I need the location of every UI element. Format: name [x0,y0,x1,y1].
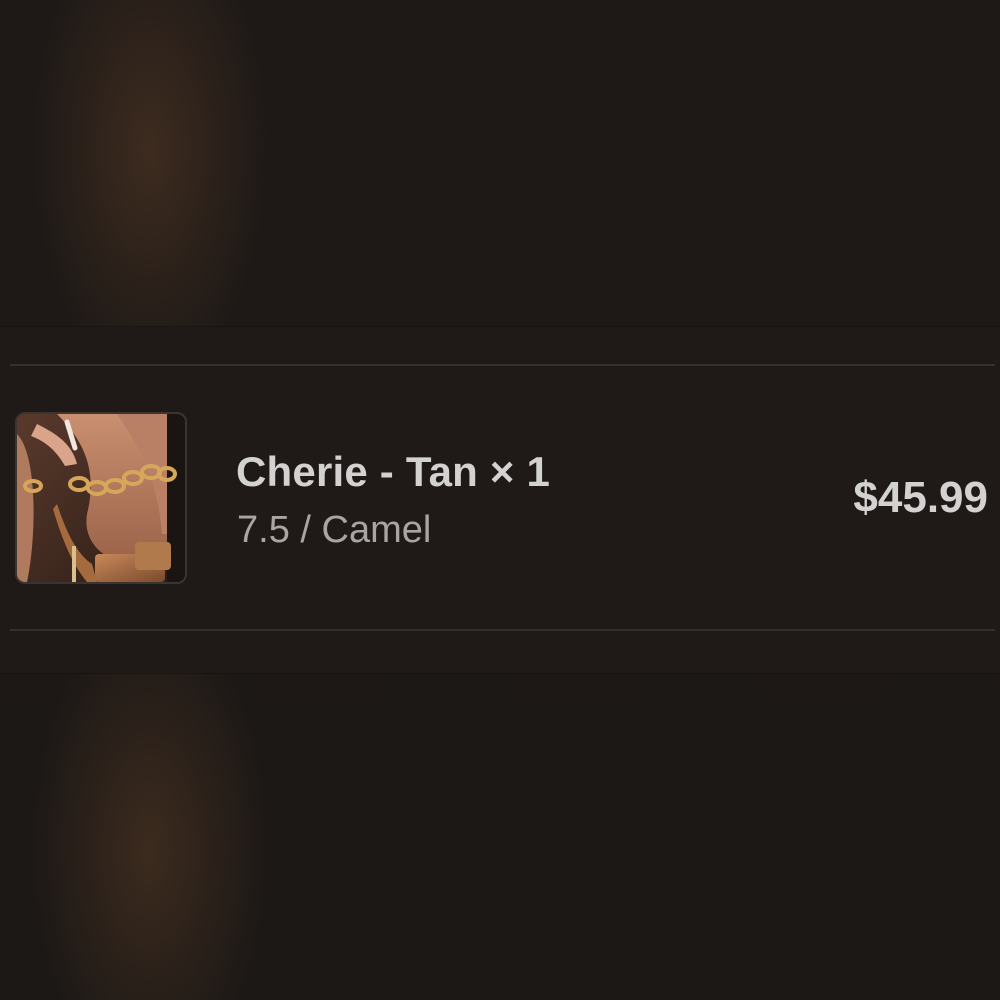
product-thumbnail[interactable] [15,412,187,584]
backdrop-bottom [0,673,1000,1000]
product-image [17,414,185,582]
item-title: Cherie - Tan × 1 [236,448,551,495]
order-summary-screen: Cherie - Tan × 1 7.5 / Camel $45.99 [0,0,1000,1000]
divider-bottom [10,629,995,631]
order-summary-card: Cherie - Tan × 1 7.5 / Camel $45.99 [0,327,1000,673]
item-price: $45.99 [853,473,988,522]
item-variant: 7.5 / Camel [237,509,432,551]
order-line-item[interactable]: Cherie - Tan × 1 7.5 / Camel $45.99 [0,366,1000,629]
backdrop-top [0,0,1000,327]
